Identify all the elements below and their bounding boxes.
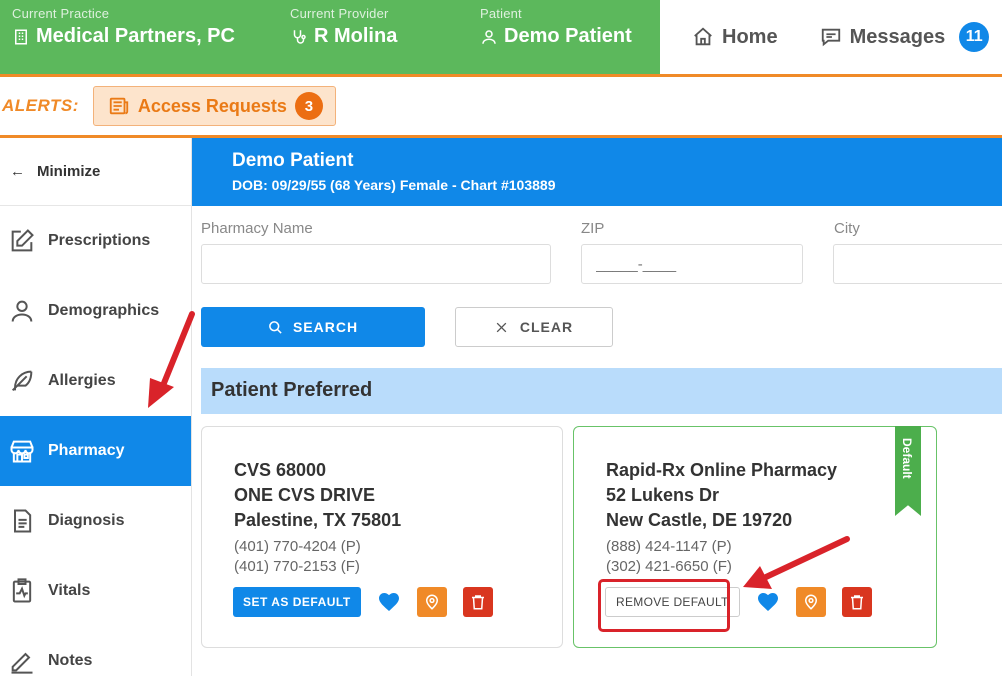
access-requests-count-badge: 3: [294, 92, 323, 120]
nav-home-label: Home: [722, 25, 778, 48]
patient-preferred-section-title: Patient Preferred: [201, 368, 1002, 414]
pharmacy-address-line2: Palestine, TX 75801: [234, 510, 402, 530]
map-pin-icon: [425, 594, 438, 610]
sidebar-item-prescriptions[interactable]: Prescriptions: [0, 206, 191, 276]
nav-messages-label: Messages: [849, 25, 946, 48]
context-bar: Current Practice Medical Partners, PC Cu…: [0, 0, 660, 74]
sidebar-item-demographics[interactable]: Demographics: [0, 276, 191, 346]
sidebar-item-label: Demographics: [48, 302, 160, 319]
zip-label: ZIP: [581, 220, 605, 237]
alerts-bar: ALERTS: Access Requests 3: [0, 74, 1002, 138]
clear-button-label: CLEAR: [519, 319, 574, 335]
pharmacy-address-line1: 52 Lukens Dr: [606, 485, 720, 505]
pharmacy-name-label: Pharmacy Name: [201, 220, 313, 237]
pharmacy-address-line1: ONE CVS DRIVE: [234, 485, 376, 505]
arrow-left-icon: ←: [10, 163, 25, 180]
minimize-label: Minimize: [37, 163, 101, 180]
patient-label: Patient: [480, 6, 522, 21]
search-button[interactable]: SEARCH: [201, 307, 425, 347]
favorite-button[interactable]: [377, 590, 401, 614]
document-icon: [14, 509, 32, 533]
feather-icon: [11, 370, 33, 392]
pen-icon: [11, 652, 33, 674]
current-practice-label: Current Practice: [12, 6, 110, 21]
patient-header-name: Demo Patient: [232, 150, 354, 171]
pharmacy-name: Rapid-Rx Online Pharmacy: [606, 460, 838, 480]
heart-monitor-icon: [12, 578, 32, 603]
map-location-button[interactable]: [416, 587, 447, 617]
patient-header: Demo Patient DOB: 09/29/55 (68 Years) Fe…: [192, 138, 1002, 206]
pharmacy-fax: (401) 770-2153 (F): [234, 558, 360, 575]
sidebar-item-label: Vitals: [48, 582, 91, 599]
heart-icon: [757, 593, 778, 611]
clear-button[interactable]: CLEAR: [455, 307, 613, 347]
nav-messages[interactable]: Messages 11: [820, 22, 990, 52]
city-input[interactable]: [833, 244, 1002, 284]
delete-pharmacy-button[interactable]: [462, 587, 493, 617]
user-icon: [482, 29, 496, 44]
current-practice-name: Medical Partners, PC: [36, 25, 235, 47]
stethoscope-icon: [293, 29, 306, 44]
map-location-button[interactable]: [795, 587, 826, 617]
sidebar-item-pharmacy[interactable]: Pharmacy: [0, 416, 191, 486]
search-icon: [269, 320, 282, 334]
current-provider-label: Current Provider: [290, 6, 389, 21]
trash-icon: [850, 595, 863, 610]
sidebar-item-label: Diagnosis: [48, 512, 125, 529]
access-requests-label: Access Requests: [137, 95, 287, 116]
store-icon: [10, 440, 34, 463]
top-bar: Current Practice Medical Partners, PC Cu…: [0, 0, 1002, 74]
alerts-title: ALERTS:: [2, 96, 79, 115]
sidebar-item-label: Prescriptions: [48, 232, 151, 249]
set-as-default-button[interactable]: SET AS DEFAULT: [233, 587, 361, 617]
current-patient[interactable]: Patient Demo Patient: [480, 6, 632, 48]
pharmacy-fax: (302) 421-6650 (F): [606, 558, 732, 575]
delete-pharmacy-button[interactable]: [841, 587, 872, 617]
message-icon: [821, 28, 840, 47]
pharmacy-address-line2: New Castle, DE 19720: [606, 510, 793, 530]
remove-default-highlight-box: [598, 579, 730, 632]
user-icon: [11, 300, 33, 322]
access-requests-button[interactable]: Access Requests 3: [92, 86, 336, 126]
heart-icon: [378, 593, 399, 611]
current-provider-name: R Molina: [314, 25, 398, 47]
pharmacy-phone: (401) 770-4204 (P): [234, 538, 361, 555]
map-pin-icon: [804, 594, 817, 610]
default-ribbon: Default: [895, 426, 921, 516]
default-ribbon-label: Default: [900, 438, 914, 479]
current-provider[interactable]: Current Provider R Molina: [290, 6, 397, 48]
patient-header-details: DOB: 09/29/55 (68 Years) Female - Chart …: [232, 177, 556, 193]
close-icon: [496, 322, 507, 332]
pharmacy-actions: SET AS DEFAULT: [233, 587, 493, 617]
edit-icon: [11, 229, 34, 252]
building-icon: [15, 29, 27, 44]
pharmacy-phone: (888) 424-1147 (P): [606, 538, 732, 555]
sidebar-item-vitals[interactable]: Vitals: [0, 556, 191, 626]
sidebar-item-label: Notes: [48, 652, 93, 669]
nav-home[interactable]: Home: [692, 26, 778, 49]
home-icon: [694, 27, 712, 46]
sidebar-item-label: Allergies: [48, 372, 116, 389]
current-practice[interactable]: Current Practice Medical Partners, PC: [12, 6, 235, 48]
pharmacy-name-input[interactable]: [201, 244, 551, 284]
pharmacy-name: CVS 68000: [234, 460, 327, 480]
sidebar-item-notes[interactable]: Notes: [0, 626, 191, 696]
main-nav: Home Messages 11: [660, 0, 1002, 74]
zip-input[interactable]: [581, 244, 803, 284]
messages-count-badge: 11: [959, 22, 990, 52]
sidebar-item-diagnosis[interactable]: Diagnosis: [0, 486, 191, 556]
sidebar-item-label: Pharmacy: [48, 442, 125, 459]
sidebar-item-allergies[interactable]: Allergies: [0, 346, 191, 416]
search-button-label: SEARCH: [292, 319, 359, 335]
patient-name: Demo Patient: [504, 25, 632, 47]
trash-icon: [471, 595, 484, 610]
sidebar: ← Minimize Prescriptions Demographics Al…: [0, 138, 192, 676]
pharmacy-card: CVS 68000 ONE CVS DRIVE Palestine, TX 75…: [201, 426, 563, 648]
minimize-button[interactable]: ← Minimize: [0, 138, 191, 206]
city-label: City: [834, 220, 860, 237]
newspaper-icon: [109, 97, 129, 115]
favorite-button[interactable]: [756, 590, 780, 614]
